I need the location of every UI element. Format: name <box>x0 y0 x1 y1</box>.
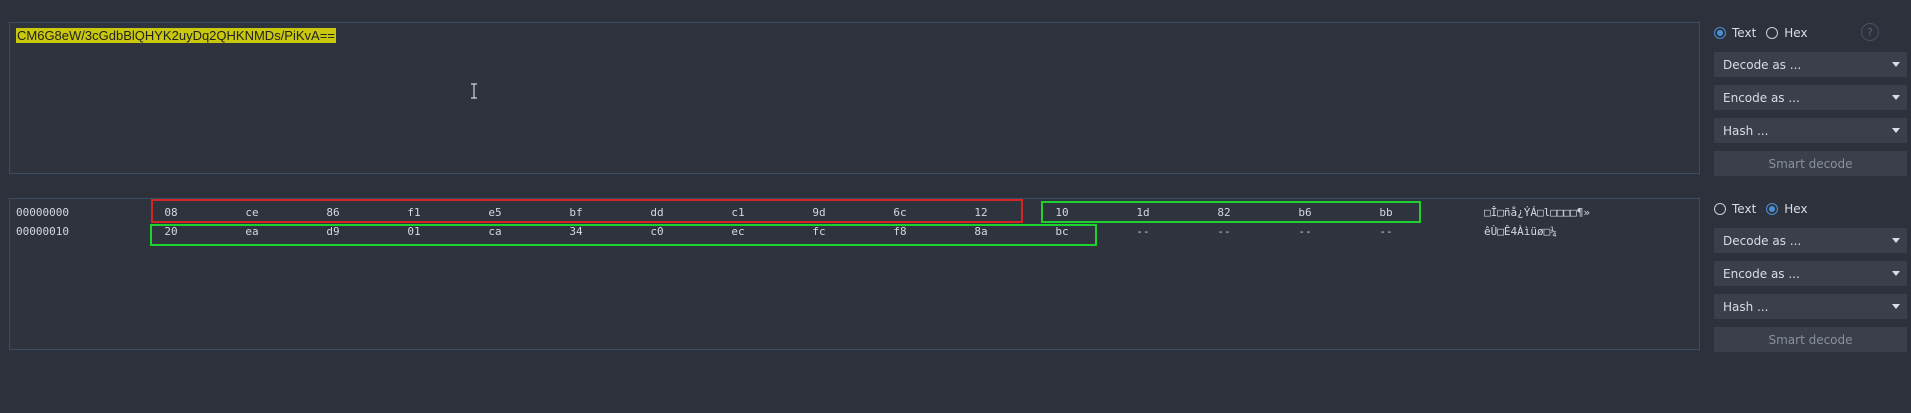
text-mode-radio-group: Text Hex ? <box>1714 22 1907 44</box>
radio-text[interactable]: Text <box>1714 26 1756 40</box>
chevron-down-icon <box>1892 304 1900 309</box>
chevron-down-icon <box>1892 95 1900 100</box>
radio-hex-indicator[interactable] <box>1766 203 1779 215</box>
decode-as-label: Decode as ... <box>1723 57 1802 72</box>
selected-text[interactable]: CM6G8eW/3cGdbBlQHYK2uyDq2QHKNMDs/PiKvA== <box>16 28 336 43</box>
radio-text-indicator[interactable] <box>1714 27 1726 39</box>
hex-offset: 00000010 <box>16 225 69 238</box>
hex-editor[interactable]: 00000000 08 ce 86 f1 e5 bf dd c1 9d 6c 12 10 1d 82 b6 bb… <box>9 198 1700 350</box>
radio-hex-label: Hex <box>1784 202 1808 216</box>
radio-text-label: Text <box>1732 202 1757 216</box>
hex-byte[interactable]: -- <box>1290 223 1320 241</box>
chevron-down-icon <box>1892 271 1900 276</box>
decode-as-label: Decode as ... <box>1723 233 1802 248</box>
chevron-down-icon <box>1892 62 1900 67</box>
decode-as-dropdown[interactable]: Decode as ... <box>1714 52 1907 77</box>
hex-byte[interactable]: -- <box>1209 223 1239 241</box>
highlight-green-box-row1 <box>1041 201 1421 223</box>
radio-text-label: Text <box>1732 26 1757 40</box>
radio-hex[interactable]: Hex <box>1766 26 1808 40</box>
radio-hex-indicator[interactable] <box>1766 27 1779 39</box>
text-cursor-icon <box>471 83 477 99</box>
encode-as-label: Encode as ... <box>1723 266 1800 281</box>
hex-byte[interactable]: -- <box>1371 223 1401 241</box>
radio-hex-label: Hex <box>1784 26 1808 40</box>
hash-dropdown[interactable]: Hash ... <box>1714 294 1907 319</box>
hex-ascii[interactable]: □Î□ñå¿ÝÁ□l□□□□¶» <box>1484 204 1590 222</box>
hex-side-panel: Text Hex Decode as ... Encode as ... Has… <box>1714 198 1907 352</box>
text-editor[interactable]: CM6G8eW/3cGdbBlQHYK2uyDq2QHKNMDs/PiKvA== <box>9 22 1700 174</box>
encode-as-dropdown[interactable]: Encode as ... <box>1714 85 1907 110</box>
radio-hex[interactable]: Hex <box>1766 202 1808 216</box>
hash-label: Hash ... <box>1723 123 1769 138</box>
highlight-red-box <box>151 199 1023 223</box>
encode-as-label: Encode as ... <box>1723 90 1800 105</box>
help-icon[interactable]: ? <box>1861 23 1879 41</box>
hex-mode-radio-group: Text Hex <box>1714 198 1907 220</box>
hex-offset: 00000000 <box>16 206 69 219</box>
smart-decode-button[interactable]: Smart decode <box>1714 151 1907 176</box>
radio-text[interactable]: Text <box>1714 202 1756 216</box>
text-editor-content[interactable]: CM6G8eW/3cGdbBlQHYK2uyDq2QHKNMDs/PiKvA== <box>16 28 336 43</box>
decode-as-dropdown[interactable]: Decode as ... <box>1714 228 1907 253</box>
encode-as-dropdown[interactable]: Encode as ... <box>1714 261 1907 286</box>
radio-text-indicator[interactable] <box>1714 203 1726 215</box>
chevron-down-icon <box>1892 238 1900 243</box>
hex-ascii[interactable]: êÙ□Ê4Àìüø□¼ <box>1484 223 1557 241</box>
chevron-down-icon <box>1892 128 1900 133</box>
highlight-green-box-row2 <box>150 224 1097 246</box>
hash-label: Hash ... <box>1723 299 1769 314</box>
text-side-panel: Text Hex ? Decode as ... Encode as ... H… <box>1714 22 1907 176</box>
hash-dropdown[interactable]: Hash ... <box>1714 118 1907 143</box>
decoder-window: CM6G8eW/3cGdbBlQHYK2uyDq2QHKNMDs/PiKvA==… <box>0 0 1911 413</box>
smart-decode-button[interactable]: Smart decode <box>1714 327 1907 352</box>
hex-byte[interactable]: -- <box>1128 223 1158 241</box>
